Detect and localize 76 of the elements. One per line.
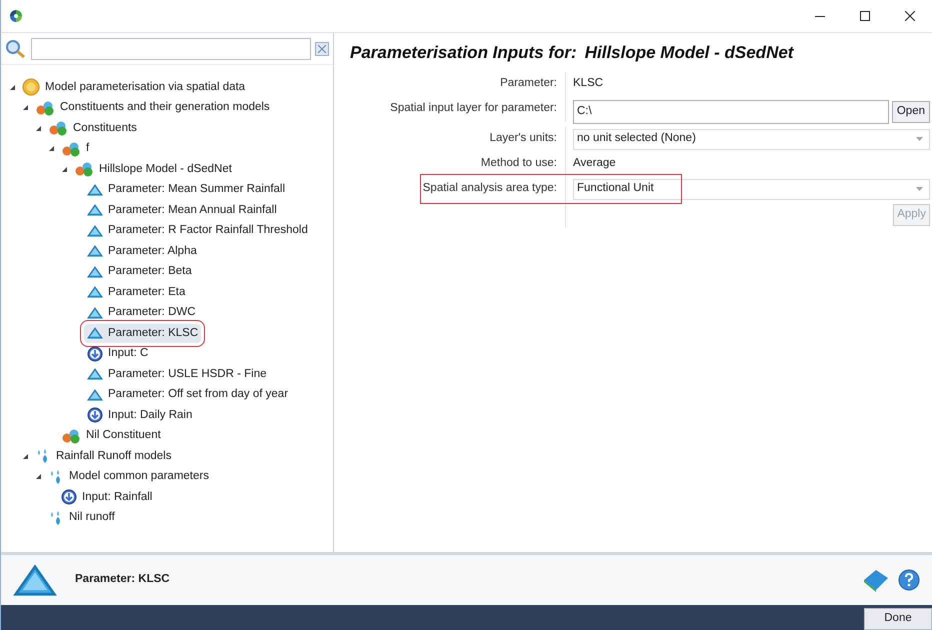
close-icon (904, 11, 914, 21)
triangle-icon (87, 388, 103, 401)
collapse-arrow-icon[interactable] (48, 145, 54, 152)
field-label: Method to use: (480, 156, 557, 172)
tree-item[interactable]: Parameter: Off set from day of year (84, 385, 292, 404)
tree-item[interactable]: Constituents (45, 118, 140, 138)
file-path-field[interactable]: C:\ (573, 100, 889, 124)
down-arrow-circle-icon (61, 489, 77, 506)
field-label: Layer's units: (490, 131, 557, 146)
tree-item[interactable]: Parameter: Alpha (84, 242, 200, 261)
tree-item[interactable]: Rainfall Runoff models (32, 446, 174, 466)
tree-item[interactable]: Parameter: Beta (84, 262, 195, 282)
triangle-icon (87, 204, 103, 216)
coins-icon (22, 78, 40, 96)
tree-item[interactable]: f (58, 139, 92, 158)
collapse-arrow-icon[interactable] (22, 104, 28, 112)
triangle-icon (87, 327, 103, 340)
collapse-arrow-icon[interactable] (34, 473, 42, 480)
dropdown[interactable]: Functional Unit (573, 178, 930, 200)
down-arrow-circle-icon (87, 407, 103, 424)
collapse-arrow-icon[interactable] (60, 166, 68, 173)
tree-item[interactable]: Nil runoff (45, 508, 118, 528)
selected-item-label: Parameter: KLSC (75, 572, 170, 588)
cubes-icon (74, 161, 94, 178)
field-label: Spatial input layer for parameter: (390, 101, 557, 116)
dropdown-arrow-icon (916, 187, 923, 191)
tree-item[interactable]: Constituents and their generation models (32, 98, 273, 118)
tree-item[interactable]: Hillslope Model - dSedNet (71, 160, 235, 179)
done-button[interactable]: Done (864, 608, 932, 630)
help-icon[interactable] (898, 569, 920, 591)
tree-item[interactable]: Parameter: Mean Annual Rainfall (84, 200, 280, 220)
field-value: KLSC (573, 76, 604, 92)
search-icon (5, 38, 27, 58)
triangle-icon (87, 306, 103, 319)
maximize-icon (860, 11, 870, 21)
open-button[interactable]: Open (892, 100, 930, 122)
field-value: Average (573, 156, 616, 172)
tree-item[interactable]: Parameter: R Factor Rainfall Threshold (84, 221, 311, 240)
collapse-arrow-icon[interactable] (8, 84, 16, 91)
triangle-icon (87, 286, 103, 298)
field-label: Spatial analysis area type: (422, 181, 557, 196)
tree-item[interactable]: Parameter: KLSC (84, 324, 202, 343)
tree-item[interactable]: Parameter: Eta (84, 282, 188, 302)
triangle-icon (87, 245, 103, 258)
collapse-arrow-icon[interactable] (34, 124, 42, 132)
cubes-icon (61, 140, 81, 157)
dropdown[interactable]: no unit selected (None) (573, 128, 930, 150)
field-label: Parameter: (500, 76, 557, 92)
triangle-icon (87, 184, 103, 196)
tree-item[interactable]: Model common parameters (45, 467, 212, 486)
model-name: Hillslope Model - dSedNet (584, 42, 794, 64)
tree-item[interactable]: Input: C (84, 344, 152, 364)
tree-item[interactable]: Nil Constituent (58, 426, 164, 446)
dropdown-arrow-icon (916, 137, 923, 141)
triangle-icon (87, 224, 103, 237)
tree-item[interactable]: Parameter: USLE HSDR - Fine (84, 364, 270, 384)
tree-item[interactable]: Parameter: Mean Summer Rainfall (84, 180, 288, 200)
tree-item[interactable]: Input: Rainfall (58, 488, 156, 507)
cubes-icon (61, 428, 81, 444)
cubes-icon (35, 100, 55, 116)
triangle-icon (13, 564, 57, 596)
down-arrow-circle-icon (87, 346, 103, 362)
triangle-icon (87, 266, 103, 278)
tree-item[interactable]: Parameter: DWC (84, 303, 199, 322)
book-icon[interactable] (862, 568, 890, 592)
panel-heading: Parameterisation Inputs for: (350, 42, 577, 64)
clear-search-button[interactable] (315, 42, 329, 56)
collapse-arrow-icon[interactable] (22, 452, 28, 460)
apply-button: Apply (893, 204, 930, 226)
close-icon (318, 44, 326, 52)
cubes-icon (48, 120, 68, 136)
search-field[interactable] (31, 38, 311, 60)
tree-item[interactable]: Input: Daily Rain (84, 406, 196, 425)
tree-item[interactable]: Model parameterisation via spatial data (19, 78, 248, 97)
triangle-icon (87, 368, 103, 380)
app-logo-icon (9, 9, 23, 23)
